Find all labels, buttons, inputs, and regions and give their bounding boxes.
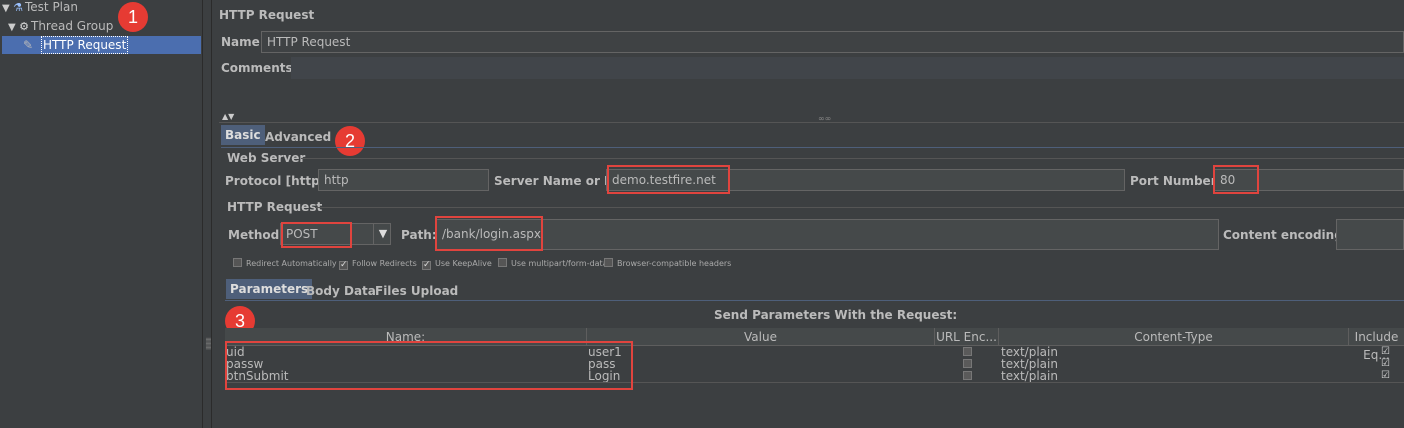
name-label: Name: [221,35,265,49]
http-request-section-title: HTTP Request [227,200,323,214]
port-number-label: Port Number: [1130,174,1222,188]
include-equals-checkmark-icon[interactable]: ☑ [1381,371,1390,381]
include-equals-checkmark-icon[interactable]: ☑ [1381,359,1390,369]
tree-item-test-plan[interactable]: ▼ ⚗ Test Plan [2,0,78,16]
include-equals-checkmark-icon[interactable]: ☑ [1381,347,1390,357]
expand-arrow-icon[interactable]: ▼ [2,0,11,18]
expand-arrow-icon[interactable]: ▼ [8,19,17,37]
tab-body-data[interactable]: Body Data [302,281,380,301]
protocol-input[interactable]: http [318,169,489,191]
url-encode-checkbox[interactable] [963,347,972,356]
content-encoding-input[interactable] [1336,219,1404,250]
tab-files-upload[interactable]: Files Upload [371,281,462,301]
highlight-method [281,222,352,248]
tab-basic[interactable]: Basic [221,125,265,145]
column-header-content-type[interactable]: Content-Type [999,328,1349,346]
tab-parameters[interactable]: Parameters [226,279,313,299]
annotation-badge-1: 1 [118,2,148,32]
highlight-path [435,216,543,251]
chevron-down-icon[interactable]: ▼ [373,223,392,245]
url-encode-checkbox[interactable] [963,359,972,368]
url-encode-checkbox[interactable] [963,371,972,380]
panel-title: HTTP Request [219,8,315,22]
tree-item-label: HTTP Request [41,36,129,54]
splitter-grip-icon[interactable]: ≡ ≡ ≡ [205,336,212,352]
content-type-cell[interactable]: text/plain [1001,370,1058,382]
params-table-caption: Send Parameters With the Request: [714,308,958,322]
collapse-toggle-icon[interactable]: ▲▼ [222,112,234,121]
highlight-parameter-rows [225,341,633,390]
annotation-badge-2: 2 [335,126,365,156]
column-header-url-encode[interactable]: URL Enc... [935,328,999,346]
follow-redirects-checkbox[interactable]: ✓ Follow Redirects [339,258,417,270]
column-header-include-equals[interactable]: Include Eq... [1349,328,1404,362]
content-encoding-label: Content encoding: [1223,228,1348,242]
path-label: Path: [401,228,437,242]
flask-icon: ⚗ [13,1,23,14]
tree-item-http-request[interactable]: ✎ HTTP Request [2,36,201,54]
comments-label: Comments: [221,61,298,75]
tree-item-thread-group[interactable]: ▼ ⚙ Thread Group [8,17,113,35]
path-input[interactable]: /bank/login.aspx [436,219,1219,250]
redirect-automatically-checkbox[interactable]: Redirect Automatically [233,258,337,270]
use-keepalive-checkbox[interactable]: ✓ Use KeepAlive [422,258,492,270]
test-plan-tree: ▼ ⚗ Test Plan ▼ ⚙ Thread Group ✎ HTTP Reques… [0,0,203,428]
gear-icon: ⚙ [19,20,29,33]
tree-item-label: Test Plan [25,0,78,14]
highlight-server-name [607,165,730,194]
sampler-panel: HTTP Request Name: HTTP Request Comments… [213,0,1404,428]
tab-advanced[interactable]: Advanced [261,127,335,147]
browser-compatible-headers-checkbox[interactable]: Browser-compatible headers [604,258,731,270]
column-header-value[interactable]: Value [587,328,935,346]
method-label: Method: [228,228,284,242]
server-name-label: Server Name or IP: [494,174,623,188]
use-multipart-checkbox[interactable]: Use multipart/form-data [498,258,608,270]
tree-item-label: Thread Group [31,19,114,33]
panel-splitter[interactable]: ≡ ≡ ≡ [203,0,212,428]
web-server-section-title: Web Server [227,151,306,165]
protocol-label: Protocol [http]: [225,174,330,188]
name-input[interactable]: HTTP Request [261,31,1404,53]
highlight-port-number [1213,165,1259,194]
comments-field[interactable] [291,57,1404,79]
pipette-icon: ✎ [23,38,34,52]
